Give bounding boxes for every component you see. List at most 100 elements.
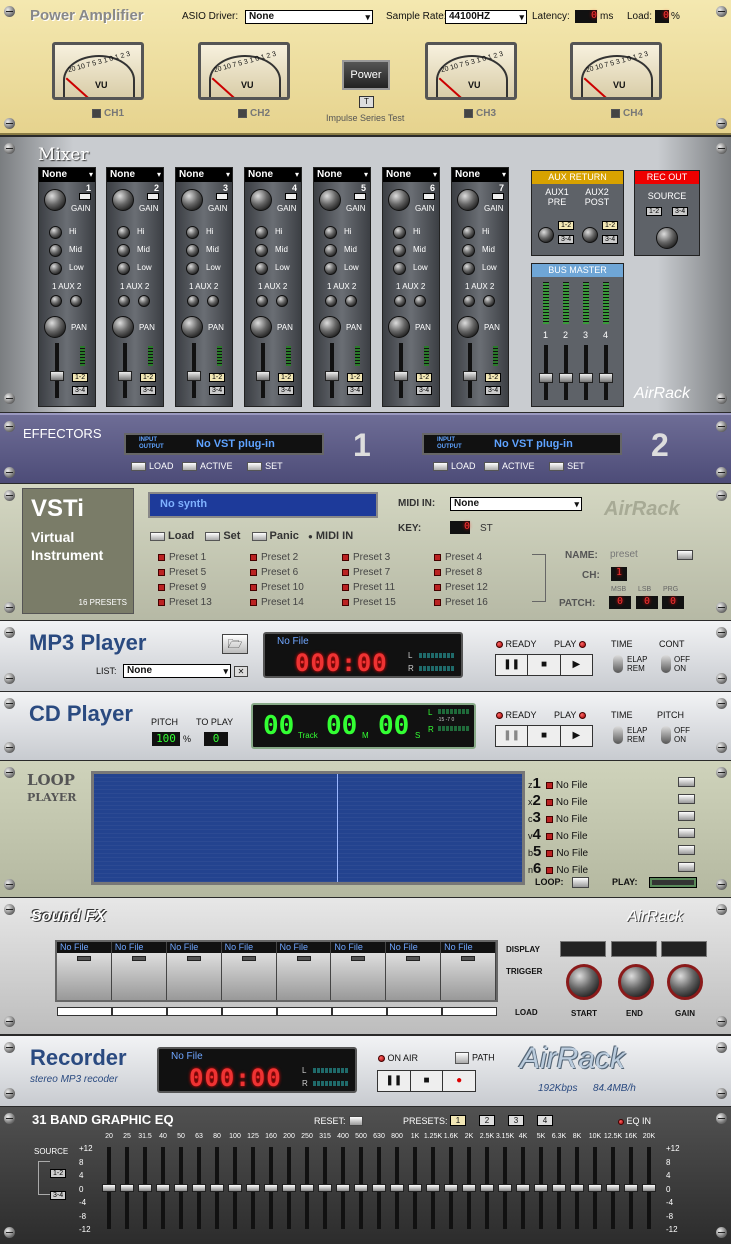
pan-knob[interactable] [388, 316, 410, 338]
rec-out-knob[interactable] [656, 227, 678, 249]
channel-6-mute[interactable] [423, 193, 435, 200]
eq-band-slider-23[interactable] [498, 1147, 512, 1229]
aux1-send-knob[interactable] [325, 295, 337, 307]
hi-eq-knob[interactable] [324, 226, 337, 239]
out-34-button[interactable]: 3-4 [140, 386, 157, 395]
preset-13[interactable]: Preset 13 [158, 597, 212, 608]
eq-band-slider-17[interactable] [390, 1147, 404, 1229]
cd-pause-button[interactable]: ❚❚ [496, 726, 529, 746]
sample-rate-select[interactable]: 44100HZ [445, 10, 527, 24]
sfx-pad-5[interactable]: No File [276, 942, 332, 1000]
eq-band-handle[interactable] [174, 1184, 188, 1192]
channel-6-fader[interactable] [394, 343, 408, 398]
effect-1-load-button[interactable] [131, 462, 146, 472]
out-34-button[interactable]: 3-4 [416, 386, 433, 395]
channel-4-mute[interactable] [285, 193, 297, 200]
pan-knob[interactable] [112, 316, 134, 338]
ch4-toggle[interactable]: CH4 [611, 108, 643, 119]
channel-4-name[interactable]: None [245, 168, 301, 182]
eq-band-slider-20[interactable] [444, 1147, 458, 1229]
preset-6[interactable]: Preset 6 [250, 567, 298, 578]
preset-11[interactable]: Preset 11 [342, 582, 395, 593]
loop-slot-6-button[interactable] [678, 862, 695, 872]
low-eq-knob[interactable] [393, 262, 406, 275]
out-34-button[interactable]: 3-4 [209, 386, 226, 395]
gain-knob[interactable] [457, 189, 479, 211]
hi-eq-knob[interactable] [255, 226, 268, 239]
loop-slot-3[interactable]: c3 No File [528, 809, 628, 826]
eq-band-handle[interactable] [462, 1184, 476, 1192]
eq-band-slider-28[interactable] [588, 1147, 602, 1229]
asio-driver-select[interactable]: None [245, 10, 373, 24]
eq-band-slider-31[interactable] [642, 1147, 656, 1229]
eq-band-handle[interactable] [408, 1184, 422, 1192]
low-eq-knob[interactable] [462, 262, 475, 275]
out-34-button[interactable]: 3-4 [72, 386, 89, 395]
ch3-toggle[interactable]: CH3 [464, 108, 496, 119]
out-12-button[interactable]: 1-2 [140, 373, 157, 382]
eq-band-slider-11[interactable] [282, 1147, 296, 1229]
out-34-button[interactable]: 3-4 [485, 386, 502, 395]
aux2-send-knob[interactable] [345, 295, 357, 307]
eq-band-slider-29[interactable] [606, 1147, 620, 1229]
low-eq-knob[interactable] [49, 262, 62, 275]
cd-play-button[interactable]: ▶ [561, 726, 592, 746]
channel-7-fader[interactable] [463, 343, 477, 398]
aux1-return-knob[interactable] [538, 227, 554, 243]
stop-button[interactable]: ■ [528, 655, 561, 675]
eq-band-handle[interactable] [192, 1184, 206, 1192]
eq-preset-4-button[interactable]: 4 [537, 1115, 553, 1126]
sfx-load-strip[interactable] [57, 1007, 497, 1016]
eq-band-handle[interactable] [534, 1184, 548, 1192]
eq-band-slider-16[interactable] [372, 1147, 386, 1229]
out-12-button[interactable]: 1-2 [209, 373, 226, 382]
loop-waveform-display[interactable] [91, 771, 525, 885]
eq-band-handle[interactable] [156, 1184, 170, 1192]
effect-2-load-button[interactable] [433, 462, 448, 472]
out-12-button[interactable]: 1-2 [278, 373, 295, 382]
out-12-button[interactable]: 1-2 [416, 373, 433, 382]
mid-eq-knob[interactable] [393, 244, 406, 257]
effect-1-set-button[interactable] [247, 462, 263, 472]
channel-5-mute[interactable] [354, 193, 366, 200]
gain-knob[interactable] [44, 189, 66, 211]
bus-1-fader[interactable] [539, 345, 553, 400]
playlist-select[interactable]: None [123, 664, 231, 678]
patch-lsb[interactable]: 0 [636, 596, 658, 609]
eq-band-handle[interactable] [138, 1184, 152, 1192]
ch1-toggle[interactable]: CH1 [92, 108, 124, 119]
channel-7-mute[interactable] [492, 193, 504, 200]
eq-source-12[interactable]: 1-2 [50, 1169, 67, 1178]
low-eq-knob[interactable] [255, 262, 268, 275]
end-knob[interactable] [618, 964, 654, 1000]
eq-band-slider-10[interactable] [264, 1147, 278, 1229]
sfx-pad-1[interactable]: No File [57, 942, 112, 1000]
eq-reset-button[interactable] [349, 1116, 363, 1126]
eq-band-handle[interactable] [390, 1184, 404, 1192]
loop-slot-5-button[interactable] [678, 845, 695, 855]
eq-band-slider-13[interactable] [318, 1147, 332, 1229]
eq-band-handle[interactable] [552, 1184, 566, 1192]
channel-7-dropdown-icon[interactable]: ▾ [502, 168, 506, 182]
loop-slot-2[interactable]: x2 No File [528, 792, 628, 809]
eq-band-handle[interactable] [102, 1184, 116, 1192]
folder-open-icon[interactable]: 🗁 [222, 634, 248, 654]
cd-pitch-toggle[interactable] [661, 726, 671, 744]
patch-msb[interactable]: 0 [609, 596, 631, 609]
eq-band-slider-26[interactable] [552, 1147, 566, 1229]
sfx-pad-6[interactable]: No File [331, 942, 387, 1000]
pan-knob[interactable] [181, 316, 203, 338]
cd-stop-button[interactable]: ■ [528, 726, 561, 746]
preset-15[interactable]: Preset 15 [342, 597, 396, 608]
channel-4-fader[interactable] [256, 343, 270, 398]
loop-slot-1[interactable]: z1 No File [528, 775, 628, 792]
eq-band-handle[interactable] [372, 1184, 386, 1192]
hi-eq-knob[interactable] [462, 226, 475, 239]
eq-band-handle[interactable] [642, 1184, 656, 1192]
gain-knob[interactable] [319, 189, 341, 211]
gain-knob[interactable] [181, 189, 203, 211]
aux1-send-knob[interactable] [394, 295, 406, 307]
sfx-pad-3[interactable]: No File [166, 942, 222, 1000]
mid-eq-knob[interactable] [186, 244, 199, 257]
loop-slot-2-button[interactable] [678, 794, 695, 804]
